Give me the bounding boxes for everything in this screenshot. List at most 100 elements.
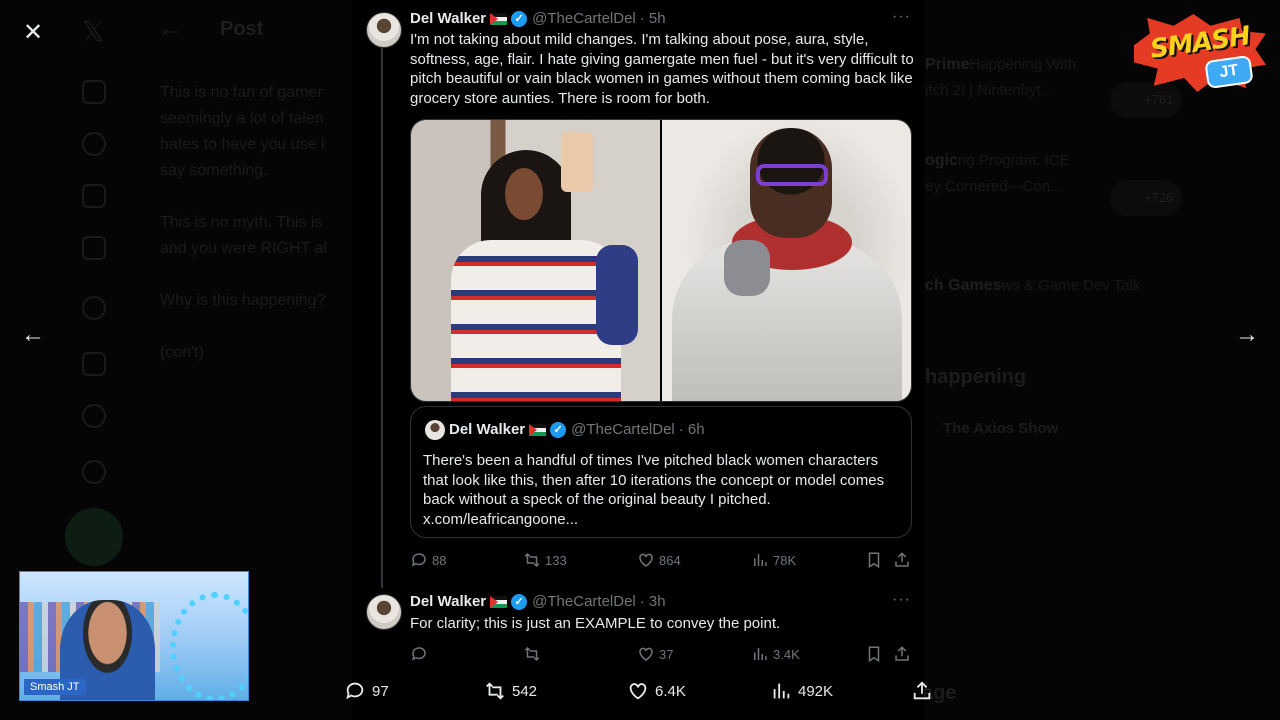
- quoted-text: There's been a handful of times I've pit…: [423, 452, 885, 528]
- share-button[interactable]: [893, 645, 911, 663]
- background-text-line: This is no myth. This is: [160, 214, 323, 231]
- author-name[interactable]: Del Walker: [410, 593, 486, 610]
- more-options-icon[interactable]: ···: [892, 8, 911, 26]
- verified-badge-icon: ✓: [511, 593, 528, 610]
- quoted-author-name: Del Walker: [449, 421, 526, 438]
- tweet-time[interactable]: · 5h: [640, 10, 666, 27]
- background-text-line: This is no fan of gamer: [160, 84, 323, 101]
- author-handle[interactable]: @TheCartelDel: [532, 10, 636, 27]
- tweet-header: Del Walker ✓ @TheCartelDel · 5h: [410, 10, 666, 27]
- background-text-line: hates to have you use i: [160, 136, 325, 153]
- repost-button[interactable]: [523, 645, 545, 663]
- repost-icon: [524, 646, 540, 662]
- quoted-tweet[interactable]: Del Walker ✓ @TheCartelDel · 6h There's …: [410, 406, 912, 538]
- background-trend-text: ey Cornered—Con...: [925, 178, 1063, 195]
- share-icon: [895, 646, 909, 661]
- media-photo-right[interactable]: [661, 120, 911, 401]
- views-button[interactable]: 492K: [770, 680, 833, 702]
- next-arrow-icon[interactable]: →: [1230, 318, 1264, 352]
- background-trend-row: itch 2! | Nintenbyt...: [925, 82, 1053, 100]
- tweet-header: Del Walker ✓ @TheCartelDel · 3h: [410, 593, 666, 610]
- media-action-bar: 97 542 6.4K 492K: [330, 680, 950, 710]
- reply-button[interactable]: 97: [344, 680, 389, 702]
- repost-button[interactable]: 542: [484, 680, 537, 702]
- background-text-line: and you were RIGHT al: [160, 240, 327, 257]
- heart-icon: [639, 647, 653, 661]
- reply-button[interactable]: 88: [410, 551, 446, 569]
- share-button[interactable]: [893, 551, 911, 569]
- background-count: +726: [1144, 190, 1174, 205]
- background-text-line: seemingly a lot of talen: [160, 110, 324, 127]
- share-icon: [895, 552, 909, 567]
- media-photo-left[interactable]: [411, 120, 660, 401]
- grok-icon: [82, 184, 106, 208]
- tweet-media[interactable]: [410, 119, 912, 402]
- close-icon[interactable]: ✕: [16, 15, 50, 49]
- profile-icon: [82, 404, 106, 428]
- views-count: 3.4K: [773, 646, 800, 662]
- bookmark-button[interactable]: [865, 645, 883, 663]
- home-icon: [82, 80, 106, 104]
- views-button[interactable]: 78K: [751, 551, 796, 569]
- webcam-label: Smash JT: [24, 679, 86, 695]
- like-count: 864: [659, 552, 681, 568]
- share-button[interactable]: [911, 680, 933, 702]
- tweet-actions: 88 133 864 78K: [410, 551, 915, 571]
- compose-icon: [65, 508, 123, 566]
- previous-arrow-icon[interactable]: ←: [16, 318, 50, 352]
- webcam-overlay: Smash JT: [19, 571, 249, 701]
- verified-badge-icon: ✓: [550, 421, 567, 438]
- bookmark-button[interactable]: [865, 551, 883, 569]
- avatar[interactable]: [366, 12, 402, 48]
- repost-icon: [486, 682, 504, 700]
- like-button[interactable]: 37: [637, 645, 673, 663]
- bookmark-icon: [868, 646, 880, 663]
- repost-button[interactable]: 133: [523, 551, 567, 569]
- background-text-line: (con't): [160, 344, 204, 361]
- tweet-actions: 37 3.4K: [410, 645, 915, 665]
- figure-phone: [561, 132, 593, 192]
- views-count: 492K: [798, 682, 834, 700]
- background-trend-source: Prime: [925, 56, 970, 73]
- search-icon: [82, 132, 106, 156]
- background-trend-text: itch 2! | Nintenbyt...: [925, 82, 1054, 99]
- avatar[interactable]: [366, 594, 402, 630]
- smash-jt-logo: SMASH JT: [1134, 14, 1266, 92]
- like-count: 6.4K: [655, 682, 686, 700]
- figure-sleeve: [596, 245, 638, 345]
- background-trend-text: ws & Game Dev Talk: [1001, 277, 1141, 294]
- reply-icon: [411, 647, 426, 661]
- views-icon: [754, 648, 767, 660]
- background-trend-row: ey Cornered—Con...: [925, 178, 1063, 196]
- views-button[interactable]: 3.4K: [751, 645, 800, 663]
- quoted-author-handle: @TheCartelDel: [571, 421, 675, 438]
- like-button[interactable]: 6.4K: [627, 680, 686, 702]
- more-options-icon[interactable]: ···: [892, 591, 911, 609]
- people-icon: [82, 352, 106, 376]
- background-whats-happening: happening: [925, 366, 1027, 388]
- webcam-lights: [170, 592, 248, 700]
- quoted-avatar: [425, 420, 445, 440]
- background-trend-row: ch Gamesws & Game Dev Talk: [925, 277, 1140, 295]
- author-name[interactable]: Del Walker: [410, 10, 486, 27]
- tweet-time[interactable]: · 3h: [640, 593, 666, 610]
- verified-badge-icon: ✓: [511, 10, 528, 27]
- heart-icon: [639, 553, 653, 567]
- like-button[interactable]: 864: [637, 551, 681, 569]
- repost-count: 542: [512, 682, 538, 700]
- more-circle-icon: [82, 460, 106, 484]
- background-trend-text: Happening With: [969, 56, 1077, 73]
- background-right-item: The Axios Show: [943, 420, 1059, 437]
- repost-count: 133: [545, 552, 567, 568]
- share-icon: [913, 681, 931, 700]
- reply-count: 97: [372, 682, 389, 700]
- reply-button[interactable]: [410, 645, 432, 663]
- figure-glove: [723, 240, 770, 296]
- author-handle[interactable]: @TheCartelDel: [532, 593, 636, 610]
- reply-icon: [411, 553, 426, 567]
- background-text-line: say something.: [160, 162, 268, 179]
- views-icon: [773, 683, 790, 699]
- quoted-header: Del Walker ✓ @TheCartelDel · 6h: [449, 421, 705, 438]
- background-count-pill: +726: [1110, 180, 1182, 216]
- background-trend-source: ch Games: [925, 277, 1002, 294]
